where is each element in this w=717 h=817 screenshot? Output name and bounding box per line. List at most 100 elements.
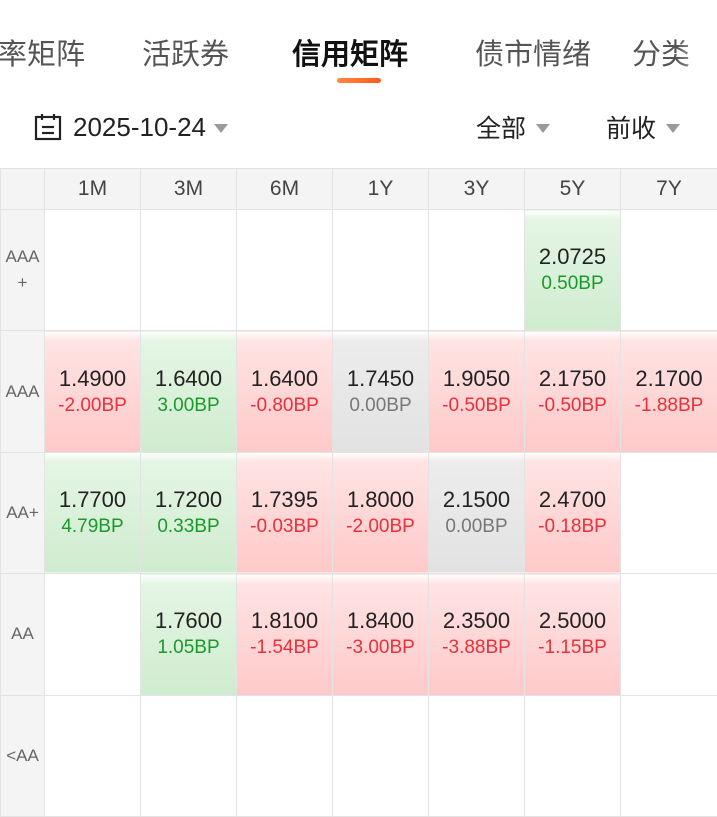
matrix-cell — [428, 694, 525, 817]
yield-value: 1.8100 — [250, 608, 319, 634]
yield-value: 1.4900 — [58, 365, 127, 391]
yield-value: 2.1500 — [442, 486, 511, 512]
matrix-cell[interactable]: 1.7700 4.79BP — [44, 451, 141, 575]
row-label: <AA — [0, 694, 45, 817]
close-filter-dropdown[interactable]: 前收 — [606, 107, 681, 147]
matrix-cell[interactable]: 2.5000 -1.15BP — [524, 573, 621, 696]
scope-filter-label: 全部 — [476, 114, 527, 143]
change-bp: 4.79BP — [61, 515, 124, 537]
tab-bar: 率矩阵 活跃券 信用矩阵 债市情绪 分类 — [0, 0, 717, 90]
yield-value: 1.7450 — [346, 365, 415, 391]
matrix-cell[interactable]: 1.6400 3.00BP — [140, 330, 237, 453]
row-label: AAA + — [0, 208, 45, 332]
yield-value: 1.8400 — [346, 608, 415, 634]
change-bp: -1.54BP — [250, 637, 319, 659]
matrix-cell — [332, 694, 429, 817]
matrix-cell — [620, 208, 717, 332]
change-bp: -3.88BP — [442, 637, 511, 659]
matrix-cell[interactable]: 1.8000 -2.00BP — [332, 451, 429, 575]
yield-value: 2.5000 — [538, 608, 607, 634]
tab-rate-matrix[interactable]: 率矩阵 — [0, 34, 85, 74]
tab-bond-sentiment[interactable]: 债市情绪 — [475, 34, 591, 74]
change-bp: -0.18BP — [538, 515, 607, 537]
matrix-cell — [524, 694, 621, 817]
column-header-3m: 3M — [140, 168, 237, 210]
column-header-1m: 1M — [44, 168, 141, 210]
column-header-6m: 6M — [236, 168, 333, 210]
yield-value: 2.0725 — [538, 244, 607, 270]
matrix-cell[interactable]: 1.6400 -0.80BP — [236, 330, 333, 453]
active-tab-indicator — [337, 78, 381, 83]
matrix-cell[interactable]: 1.8100 -1.54BP — [236, 573, 333, 696]
change-bp: -1.88BP — [634, 394, 704, 416]
matrix-cell[interactable]: 1.9050 -0.50BP — [428, 330, 525, 453]
change-bp: -0.50BP — [442, 394, 511, 416]
matrix-row: AA+ 1.7700 4.79BP 1.7200 0.33BP 1.7395 -0.03BP… — [0, 451, 717, 575]
matrix-cell[interactable]: 1.7600 1.05BP — [140, 573, 237, 696]
matrix-cell — [140, 208, 237, 332]
change-bp: 0.00BP — [349, 394, 412, 416]
matrix-cell[interactable]: 2.4700 -0.18BP — [524, 451, 621, 575]
row-label-text: <AA — [6, 745, 39, 765]
matrix-cell — [140, 694, 237, 817]
row-label: AA — [0, 573, 45, 696]
matrix-cell — [332, 208, 429, 332]
matrix-cell — [428, 208, 525, 332]
tab-credit-matrix[interactable]: 信用矩阵 — [292, 34, 408, 74]
tab-active-bonds[interactable]: 活跃券 — [142, 34, 229, 74]
row-label-text: AA+ — [6, 502, 39, 522]
scope-filter-dropdown[interactable]: 全部 — [476, 107, 551, 147]
matrix-cell[interactable]: 1.7450 0.00BP — [332, 330, 429, 453]
column-header-3y: 3Y — [428, 168, 525, 210]
matrix-cell — [236, 208, 333, 332]
header-row: 1M 3M 6M 1Y 3Y 5Y 7Y — [0, 168, 717, 210]
column-header-7y: 7Y — [620, 168, 717, 210]
row-label-text: AAA + — [5, 247, 40, 293]
matrix-cell[interactable]: 1.8400 -3.00BP — [332, 573, 429, 696]
yield-value: 2.1750 — [538, 365, 607, 391]
matrix-cell[interactable]: 1.7395 -0.03BP — [236, 451, 333, 575]
row-label-text: AA — [11, 624, 34, 644]
change-bp: -0.50BP — [538, 394, 607, 416]
yield-value: 1.7600 — [154, 608, 223, 634]
matrix-cell[interactable]: 1.7200 0.33BP — [140, 451, 237, 575]
close-filter-label: 前收 — [606, 114, 657, 143]
yield-value: 1.7395 — [250, 486, 319, 512]
matrix-cell[interactable]: 2.1500 0.00BP — [428, 451, 525, 575]
change-bp: -2.00BP — [58, 394, 127, 416]
yield-value: 1.6400 — [154, 365, 223, 391]
matrix-cell[interactable]: 2.3500 -3.88BP — [428, 573, 525, 696]
row-label: AAA — [0, 330, 45, 453]
matrix-row: AAA + 2.0725 0.50BP — [0, 208, 717, 332]
matrix-cell[interactable]: 2.1750 -0.50BP — [524, 330, 621, 453]
matrix-cell — [44, 208, 141, 332]
row-label-text: AAA — [5, 381, 40, 401]
matrix-cell — [44, 573, 141, 696]
matrix-cell[interactable]: 2.0725 0.50BP — [524, 208, 621, 332]
change-bp: -0.80BP — [250, 394, 319, 416]
change-bp: -3.00BP — [346, 637, 415, 659]
yield-value: 1.6400 — [250, 365, 319, 391]
caret-down-icon — [536, 123, 551, 133]
matrix-cell[interactable]: 1.4900 -2.00BP — [44, 330, 141, 453]
caret-down-icon — [666, 123, 681, 133]
corner-cell — [0, 168, 45, 210]
column-header-5y: 5Y — [524, 168, 621, 210]
yield-value: 2.1700 — [635, 365, 703, 391]
date-picker[interactable]: 2025-10-24 — [33, 107, 228, 147]
yield-value: 1.7200 — [154, 486, 223, 512]
change-bp: 1.05BP — [157, 637, 220, 659]
yield-value: 2.4700 — [538, 486, 607, 512]
change-bp: 0.00BP — [445, 515, 508, 537]
matrix-cell — [620, 694, 717, 817]
change-bp: -2.00BP — [346, 515, 415, 537]
matrix-row: AAA 1.4900 -2.00BP 1.6400 3.00BP 1.6400 -0.80B… — [0, 330, 717, 453]
change-bp: -1.15BP — [538, 637, 607, 659]
change-bp: 0.33BP — [157, 515, 220, 537]
matrix-cell — [620, 573, 717, 696]
change-bp: -0.03BP — [250, 515, 319, 537]
yield-value: 1.9050 — [442, 365, 511, 391]
matrix-cell[interactable]: 2.1700 -1.88BP — [620, 330, 717, 453]
matrix-row: AA 1.7600 1.05BP 1.8100 -1.54BP 1.8400 -3.00BP… — [0, 573, 717, 696]
row-label: AA+ — [0, 451, 45, 575]
